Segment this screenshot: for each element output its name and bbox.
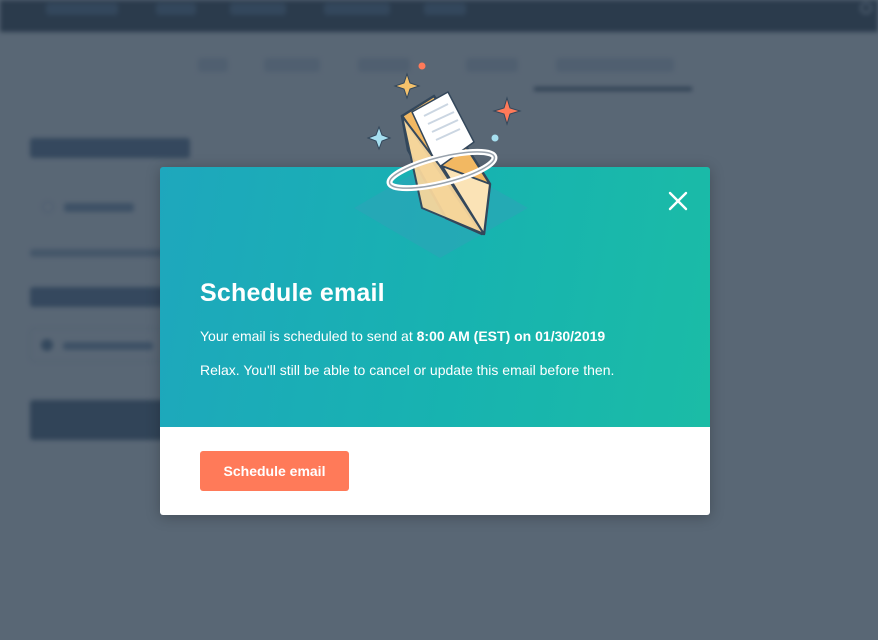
- sparkle-dot: [491, 134, 499, 142]
- schedule-email-button[interactable]: Schedule email: [200, 451, 349, 491]
- envelope-illustration: [350, 58, 535, 268]
- schedule-date: 01/30/2019: [535, 328, 606, 344]
- schedule-on: on: [510, 328, 536, 344]
- close-button[interactable]: [666, 189, 690, 213]
- schedule-time: 8:00 AM (EST): [416, 328, 511, 344]
- reassurance-text: Relax. You'll still be able to cancel or…: [200, 362, 615, 378]
- modal-footer: Schedule email: [160, 427, 710, 515]
- schedule-details-text: Your email is scheduled to send at 8:00 …: [200, 328, 605, 344]
- sparkle-icon: [492, 96, 522, 126]
- sparkle-icon: [366, 125, 392, 151]
- sparkle-dot: [418, 62, 426, 70]
- schedule-prefix: Your email is scheduled to send at: [200, 328, 417, 344]
- sparkle-icon: [393, 72, 421, 100]
- modal-title: Schedule email: [200, 279, 385, 307]
- close-icon: [668, 191, 688, 211]
